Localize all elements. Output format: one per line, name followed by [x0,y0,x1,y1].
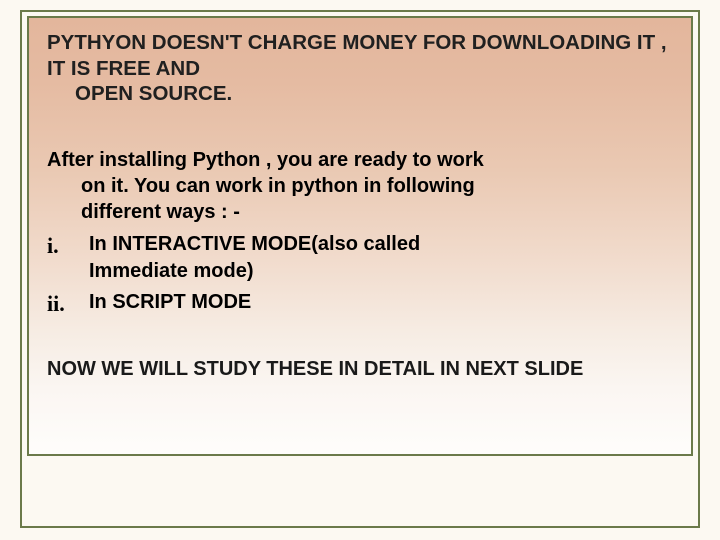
list-marker-1: i. [47,231,59,261]
slide-title: PYTHYON DOESN'T CHARGE MONEY FOR DOWNLOA… [47,30,673,107]
item1-line2: Immediate mode) [89,258,673,285]
list-item: ii. In SCRIPT MODE [47,289,673,316]
title-line-2: OPEN SOURCE. [47,81,673,107]
modes-list: i. In INTERACTIVE MODE(also called Immed… [47,231,673,316]
intro-line-3: different ways : - [47,199,673,225]
footer-note: NOW WE WILL STUDY THESE IN DETAIL IN NEX… [47,358,673,381]
intro-paragraph: After installing Python , you are ready … [47,147,673,225]
intro-line-2: on it. You can work in python in followi… [47,173,673,199]
item2-line1: In SCRIPT MODE [89,289,673,316]
slide: PYTHYON DOESN'T CHARGE MONEY FOR DOWNLOA… [0,0,720,540]
item1-line1: In INTERACTIVE MODE(also called [89,231,673,258]
list-marker-2: ii. [47,289,65,319]
content-panel: PYTHYON DOESN'T CHARGE MONEY FOR DOWNLOA… [27,16,693,456]
title-line-1: PYTHYON DOESN'T CHARGE MONEY FOR DOWNLOA… [47,31,667,80]
list-item: i. In INTERACTIVE MODE(also called Immed… [47,231,673,285]
intro-line-1: After installing Python , you are ready … [47,149,484,171]
